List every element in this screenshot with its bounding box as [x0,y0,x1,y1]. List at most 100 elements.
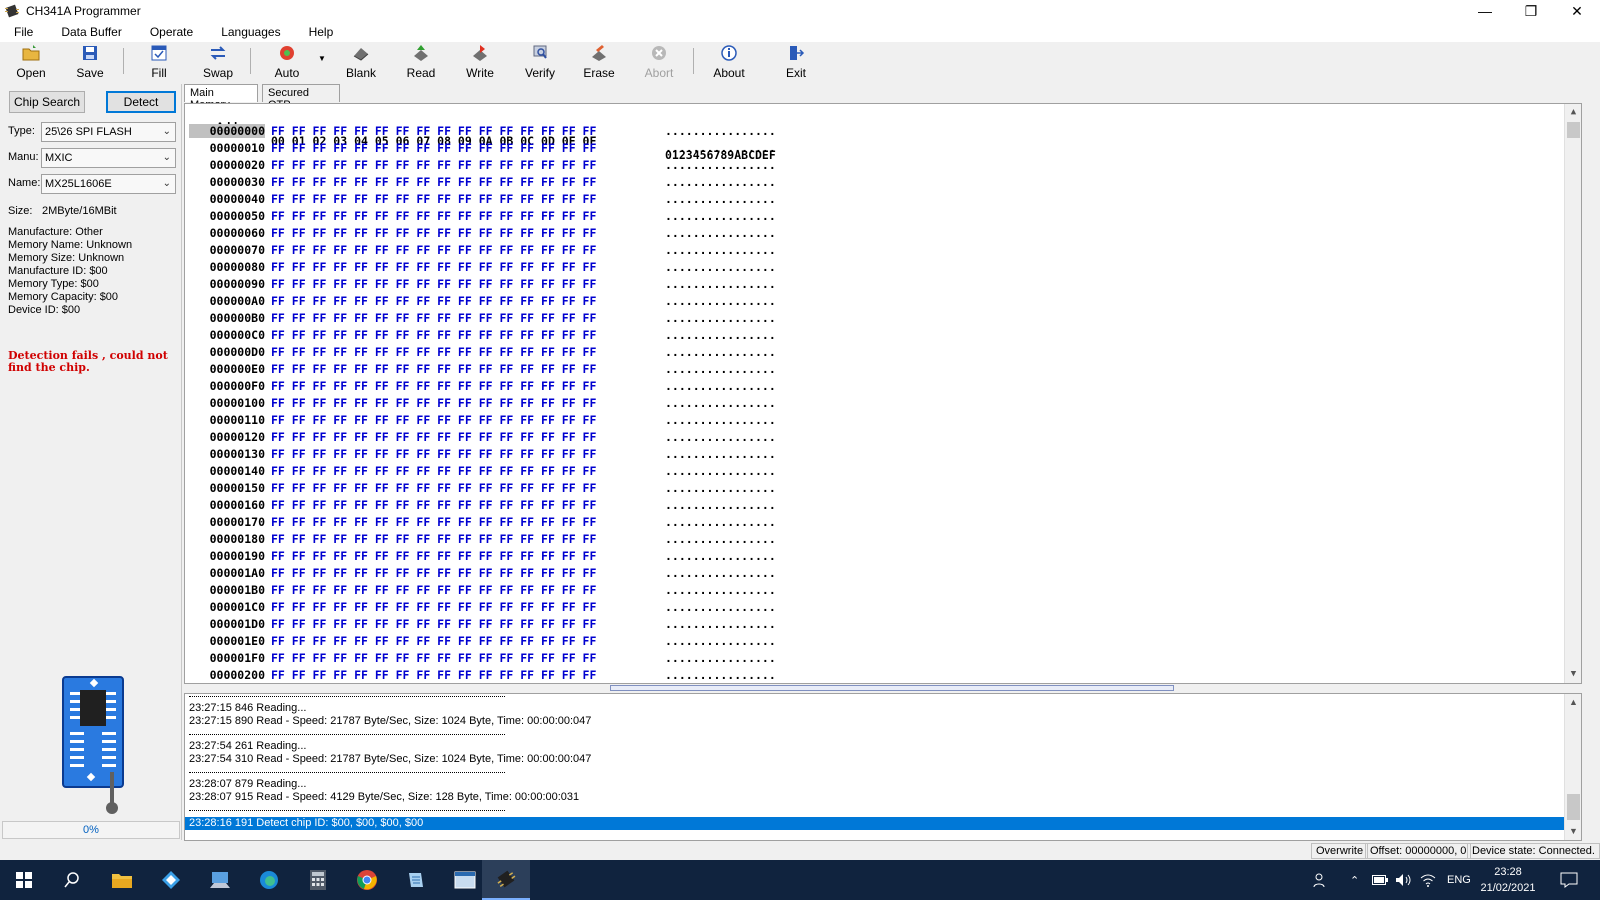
people-icon[interactable] [1312,860,1328,900]
scroll-up-icon[interactable]: ▲ [1565,694,1581,711]
log-scrollbar[interactable]: ▲ ▼ [1564,694,1581,840]
row-bytes[interactable]: FF FF FF FF FF FF FF FF FF FF FF FF FF F… [271,396,596,410]
menu-data-buffer[interactable]: Data Buffer [47,25,135,39]
row-ascii[interactable]: ................ [665,498,776,512]
start-button[interactable] [0,860,48,900]
read-button[interactable]: Read [393,42,449,82]
row-ascii[interactable]: ................ [665,532,776,546]
erase-button[interactable]: Erase [571,42,627,82]
taskbar-edge[interactable] [245,860,293,900]
row-bytes[interactable]: FF FF FF FF FF FF FF FF FF FF FF FF FF F… [271,226,596,240]
row-bytes[interactable]: FF FF FF FF FF FF FF FF FF FF FF FF FF F… [271,651,596,665]
verify-button[interactable]: Verify [512,42,568,82]
battery-icon[interactable] [1372,860,1388,900]
row-ascii[interactable]: ................ [665,481,776,495]
row-ascii[interactable]: ................ [665,260,776,274]
scroll-down-icon[interactable]: ▼ [1565,666,1581,683]
abort-button[interactable]: Abort [631,42,687,82]
row-bytes[interactable]: FF FF FF FF FF FF FF FF FF FF FF FF FF F… [271,515,596,529]
row-ascii[interactable]: ................ [665,345,776,359]
row-ascii[interactable]: ................ [665,600,776,614]
row-bytes[interactable]: FF FF FF FF FF FF FF FF FF FF FF FF FF F… [271,617,596,631]
row-ascii[interactable]: ................ [665,668,776,682]
row-ascii[interactable]: ................ [665,583,776,597]
row-ascii[interactable]: ................ [665,277,776,291]
hex-scrollbar[interactable]: ▲ ▼ [1564,104,1581,683]
row-bytes[interactable]: FF FF FF FF FF FF FF FF FF FF FF FF FF F… [271,260,596,274]
write-button[interactable]: Write [452,42,508,82]
row-bytes[interactable]: FF FF FF FF FF FF FF FF FF FF FF FF FF F… [271,413,596,427]
row-ascii[interactable]: ................ [665,243,776,257]
taskbar-calculator[interactable] [294,860,342,900]
row-ascii[interactable]: ................ [665,566,776,580]
chip-name-select[interactable]: MX25L1606E ⌄ [41,174,176,194]
menu-file[interactable]: File [0,25,47,39]
save-button[interactable]: Save [62,42,118,82]
scroll-thumb[interactable] [1567,122,1580,138]
fill-button[interactable]: Fill [131,42,187,82]
row-ascii[interactable]: ................ [665,617,776,631]
search-button[interactable] [48,860,96,900]
row-ascii[interactable]: ................ [665,430,776,444]
row-ascii[interactable]: ................ [665,464,776,478]
row-bytes[interactable]: FF FF FF FF FF FF FF FF FF FF FF FF FF F… [271,481,596,495]
type-select[interactable]: 25\26 SPI FLASH ⌄ [41,122,176,142]
log-output[interactable]: 23:27:15 846 Reading... 23:27:15 890 Rea… [184,693,1582,841]
about-button[interactable]: About [701,42,757,82]
row-bytes[interactable]: FF FF FF FF FF FF FF FF FF FF FF FF FF F… [271,566,596,580]
taskbar-file-explorer[interactable] [98,860,146,900]
row-ascii[interactable]: ................ [665,651,776,665]
scroll-down-icon[interactable]: ▼ [1565,823,1581,840]
row-ascii[interactable]: ................ [665,328,776,342]
row-bytes[interactable]: FF FF FF FF FF FF FF FF FF FF FF FF FF F… [271,175,596,189]
restore-button[interactable]: ❐ [1508,0,1554,22]
row-bytes[interactable]: FF FF FF FF FF FF FF FF FF FF FF FF FF F… [271,124,596,138]
row-bytes[interactable]: FF FF FF FF FF FF FF FF FF FF FF FF FF F… [271,192,596,206]
auto-button[interactable]: Auto [259,42,315,82]
panel-splitter[interactable] [610,685,1174,691]
row-bytes[interactable]: FF FF FF FF FF FF FF FF FF FF FF FF FF F… [271,243,596,257]
row-ascii[interactable]: ................ [665,311,776,325]
wifi-icon[interactable] [1420,860,1436,900]
row-bytes[interactable]: FF FF FF FF FF FF FF FF FF FF FF FF FF F… [271,209,596,223]
row-ascii[interactable]: ................ [665,413,776,427]
row-ascii[interactable]: ................ [665,549,776,563]
close-button[interactable]: ✕ [1554,0,1600,22]
taskbar-app-2[interactable] [147,860,195,900]
row-ascii[interactable]: ................ [665,192,776,206]
row-bytes[interactable]: FF FF FF FF FF FF FF FF FF FF FF FF FF F… [271,668,596,682]
detect-button[interactable]: Detect [106,91,176,113]
minimize-button[interactable]: — [1462,0,1508,22]
row-ascii[interactable]: ................ [665,396,776,410]
row-bytes[interactable]: FF FF FF FF FF FF FF FF FF FF FF FF FF F… [271,447,596,461]
taskbar-app-8[interactable] [392,860,440,900]
menu-help[interactable]: Help [295,25,348,39]
row-bytes[interactable]: FF FF FF FF FF FF FF FF FF FF FF FF FF F… [271,600,596,614]
taskbar-ch341a[interactable] [482,860,530,900]
row-ascii[interactable]: ................ [665,447,776,461]
row-ascii[interactable]: ................ [665,362,776,376]
chip-search-button[interactable]: Chip Search [9,91,85,113]
row-bytes[interactable]: FF FF FF FF FF FF FF FF FF FF FF FF FF F… [271,328,596,342]
exit-button[interactable]: Exit [768,42,824,82]
row-ascii[interactable]: ................ [665,634,776,648]
scroll-up-icon[interactable]: ▲ [1565,104,1581,121]
tab-secured-otp[interactable]: Secured OTP [262,84,340,111]
taskbar-app-3[interactable] [196,860,244,900]
row-bytes[interactable]: FF FF FF FF FF FF FF FF FF FF FF FF FF F… [271,141,596,155]
row-ascii[interactable]: ................ [665,515,776,529]
menu-operate[interactable]: Operate [136,25,207,39]
row-bytes[interactable]: FF FF FF FF FF FF FF FF FF FF FF FF FF F… [271,464,596,478]
row-ascii[interactable]: ................ [665,379,776,393]
row-bytes[interactable]: FF FF FF FF FF FF FF FF FF FF FF FF FF F… [271,583,596,597]
menu-languages[interactable]: Languages [207,25,294,39]
row-ascii[interactable]: ................ [665,175,776,189]
row-bytes[interactable]: FF FF FF FF FF FF FF FF FF FF FF FF FF F… [271,311,596,325]
row-ascii[interactable]: ................ [665,141,776,155]
row-bytes[interactable]: FF FF FF FF FF FF FF FF FF FF FF FF FF F… [271,532,596,546]
row-bytes[interactable]: FF FF FF FF FF FF FF FF FF FF FF FF FF F… [271,277,596,291]
row-bytes[interactable]: FF FF FF FF FF FF FF FF FF FF FF FF FF F… [271,158,596,172]
hex-editor[interactable]: Address 00 01 02 03 04 05 06 07 08 09 0A… [184,103,1582,684]
auto-dropdown-icon[interactable]: ▼ [318,54,326,63]
notifications-icon[interactable] [1560,860,1578,900]
